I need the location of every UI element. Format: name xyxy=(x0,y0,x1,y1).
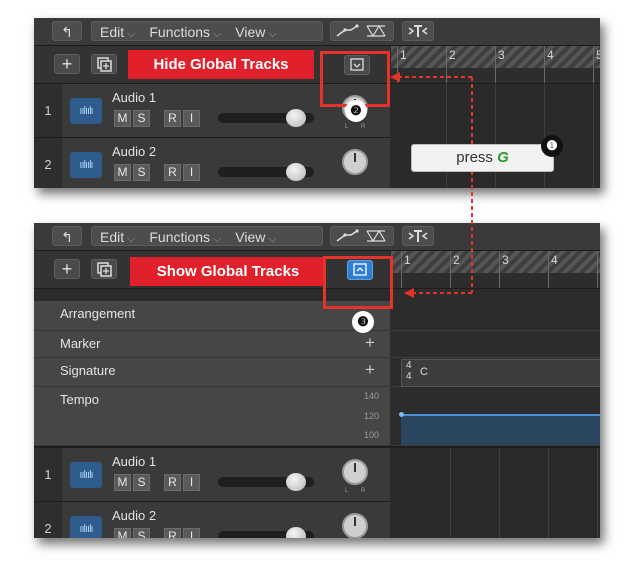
step-3-badge: ❸ xyxy=(352,311,374,333)
shortcut-key: G xyxy=(497,149,509,166)
keyboard-hint-callout: press G xyxy=(411,144,554,172)
annotation-arrows xyxy=(390,72,473,298)
step-2-badge: ❷ xyxy=(345,100,367,122)
step-1-badge: ❶ xyxy=(541,135,563,157)
callout-text: press xyxy=(456,149,493,166)
